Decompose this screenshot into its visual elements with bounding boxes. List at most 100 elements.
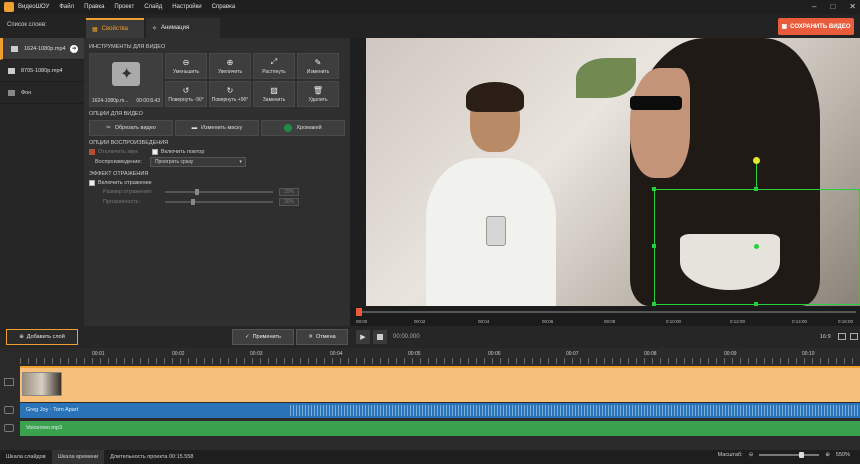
background-icon — [8, 89, 15, 96]
tab-slides-timeline[interactable]: Шкала слайдов — [0, 450, 52, 464]
thumb-duration: 00:00:8.43 — [136, 98, 160, 104]
playback-mode-select[interactable]: Проиграть сразу ▾ — [149, 157, 246, 167]
menu-project[interactable]: Проект — [114, 4, 134, 10]
layer-item[interactable]: 8705-1080p.mp4 — [0, 60, 84, 82]
reflection-opacity-slider[interactable] — [165, 199, 273, 205]
layers-panel: 1624-1080p.mp4 ➜ 8705-1080p.mp4 Фон — [0, 38, 84, 326]
menu-slide[interactable]: Слайд — [144, 4, 162, 10]
layer-item[interactable]: Фон — [0, 82, 84, 104]
zoom-in-icon[interactable]: ⊕ — [825, 452, 830, 458]
resize-handle[interactable] — [652, 244, 656, 248]
close-icon[interactable]: ✕ — [849, 2, 856, 11]
rotation-handle[interactable] — [753, 157, 760, 164]
zoom-in-button[interactable]: ⊕ Увеличить — [209, 53, 251, 79]
preview-track[interactable] — [356, 311, 856, 313]
rotate-left-label: Повернуть -90° — [168, 96, 204, 103]
repeat-checkbox[interactable] — [151, 149, 158, 155]
zoom-out-icon[interactable]: ⊖ — [749, 452, 754, 458]
rotate-right-button[interactable]: ↻ Повернуть +90° — [209, 81, 251, 107]
replace-label: Заменить — [262, 96, 286, 103]
edit-button[interactable]: ✎ Изменить — [297, 53, 339, 79]
tab-properties[interactable]: ▦ Свойства — [86, 18, 144, 38]
scissors-icon: ✂ — [106, 125, 111, 131]
zoom-slider[interactable] — [759, 452, 820, 458]
replace-button[interactable]: ▨ Заменить — [253, 81, 295, 107]
man-hair — [466, 82, 524, 112]
add-layer-button[interactable]: ⊕ Добавить слой — [6, 329, 78, 345]
tab-time-timeline[interactable]: Шкала времени — [51, 450, 105, 464]
timeline-tick: 00:03 — [250, 351, 263, 357]
fit-icon[interactable] — [838, 333, 846, 340]
zoom-label: Масштаб: — [717, 452, 743, 458]
music-track[interactable]: Greg Joy - Torn Apart — [20, 403, 860, 418]
stretch-button[interactable]: ⤢ Растянуть — [253, 53, 295, 79]
music-track-label: Greg Joy - Torn Apart — [26, 407, 79, 413]
aspect-ratio[interactable]: 16:9 — [820, 334, 831, 340]
timeline-tick: 00:01 — [92, 351, 105, 357]
zoom-knob[interactable] — [799, 452, 805, 458]
resize-handle[interactable] — [652, 302, 656, 306]
apply-button[interactable]: ✓ Применить — [232, 329, 294, 345]
woman-face — [630, 68, 690, 178]
mute-sound-checkbox[interactable] — [89, 149, 95, 155]
cancel-button[interactable]: ✕ Отмена — [296, 329, 348, 345]
minimize-icon[interactable]: – — [812, 2, 816, 11]
sparkle-icon: ✦ — [120, 66, 134, 83]
tab-properties-label: Свойства — [101, 26, 129, 32]
video-file-icon — [8, 67, 15, 74]
layer-item[interactable]: 1624-1080p.mp4 ➜ — [0, 38, 84, 60]
mask-icon: ▬ — [191, 125, 198, 131]
tab-animation[interactable]: ✧ Анимация — [146, 18, 220, 38]
menu-edit[interactable]: Правка — [84, 4, 104, 10]
maximize-icon[interactable]: □ — [830, 2, 835, 11]
delete-label: Удалить — [308, 96, 328, 103]
chroma-key-button[interactable]: Хромакей — [261, 120, 345, 136]
crop-video-button[interactable]: ✂ Обрезать видео — [89, 120, 173, 136]
cancel-label: Отмена — [315, 334, 336, 340]
reflection-checkbox[interactable] — [89, 180, 95, 186]
video-frame[interactable] — [366, 38, 860, 306]
stop-button[interactable] — [373, 330, 387, 344]
fullscreen-icon[interactable] — [850, 333, 858, 340]
rotate-left-button[interactable]: ↺ Повернуть -90° — [165, 81, 207, 107]
ruler-tick: 0:10:00 — [666, 319, 682, 324]
speaker-icon[interactable] — [4, 406, 14, 414]
zoom-out-button[interactable]: ⊖ Уменьшить — [165, 53, 207, 79]
edit-mask-button[interactable]: ▬ Изменить маску — [175, 120, 259, 136]
anchor-point[interactable] — [754, 244, 759, 249]
menu-settings[interactable]: Настройки — [172, 4, 201, 10]
timeline-ruler[interactable]: 00:01 00:02 00:03 00:04 00:05 00:06 00:0… — [0, 348, 860, 364]
reflection-size-value[interactable]: 20% — [279, 188, 299, 196]
stretch-label: Растянуть — [262, 69, 286, 75]
delete-button[interactable]: 🗑 Удалить — [297, 81, 339, 107]
voiceover-track[interactable]: Voiceover.mp3 — [20, 421, 860, 436]
timeline-tick: 00:05 — [408, 351, 421, 357]
clip-thumbnail — [22, 372, 62, 396]
slider-knob[interactable] — [191, 199, 195, 205]
zoom-control: Масштаб: ⊖ ⊕ 550% — [718, 452, 850, 458]
app-title: ВидеоШОУ — [18, 4, 50, 10]
resize-handle[interactable] — [754, 302, 758, 306]
ruler-tick: 00:08 — [604, 319, 616, 324]
video-track-clip[interactable] — [20, 366, 860, 402]
menu-file[interactable]: Файл — [59, 4, 74, 10]
sunglasses — [630, 96, 682, 110]
edit-label: Изменить — [306, 68, 330, 75]
menu-help[interactable]: Справка — [212, 4, 236, 10]
chroma-label: Хромакей — [296, 125, 322, 131]
reflection-size-slider[interactable] — [165, 189, 273, 195]
resize-handle[interactable] — [652, 187, 656, 191]
preview-ruler[interactable]: 00:00 00:02 00:04 00:06 00:08 0:10:00 0:… — [350, 307, 860, 326]
play-button[interactable]: ▶ — [356, 330, 370, 344]
slider-knob[interactable] — [195, 189, 199, 195]
save-video-button[interactable]: ▣ СОХРАНИТЬ ВИДЕО — [778, 18, 854, 35]
ruler-tick: 0:16:00 — [838, 319, 854, 324]
window-controls: – □ ✕ — [812, 2, 856, 11]
arrow-right-icon[interactable]: ➜ — [70, 44, 78, 53]
stretch-icon: ⤢ — [270, 57, 278, 66]
reflection-opacity-value[interactable]: 30% — [279, 198, 299, 206]
playhead-marker[interactable] — [356, 308, 362, 316]
zoom-value: 550% — [835, 452, 850, 458]
rotate-right-label: Повернуть +90° — [211, 96, 249, 103]
microphone-icon[interactable] — [4, 424, 14, 432]
